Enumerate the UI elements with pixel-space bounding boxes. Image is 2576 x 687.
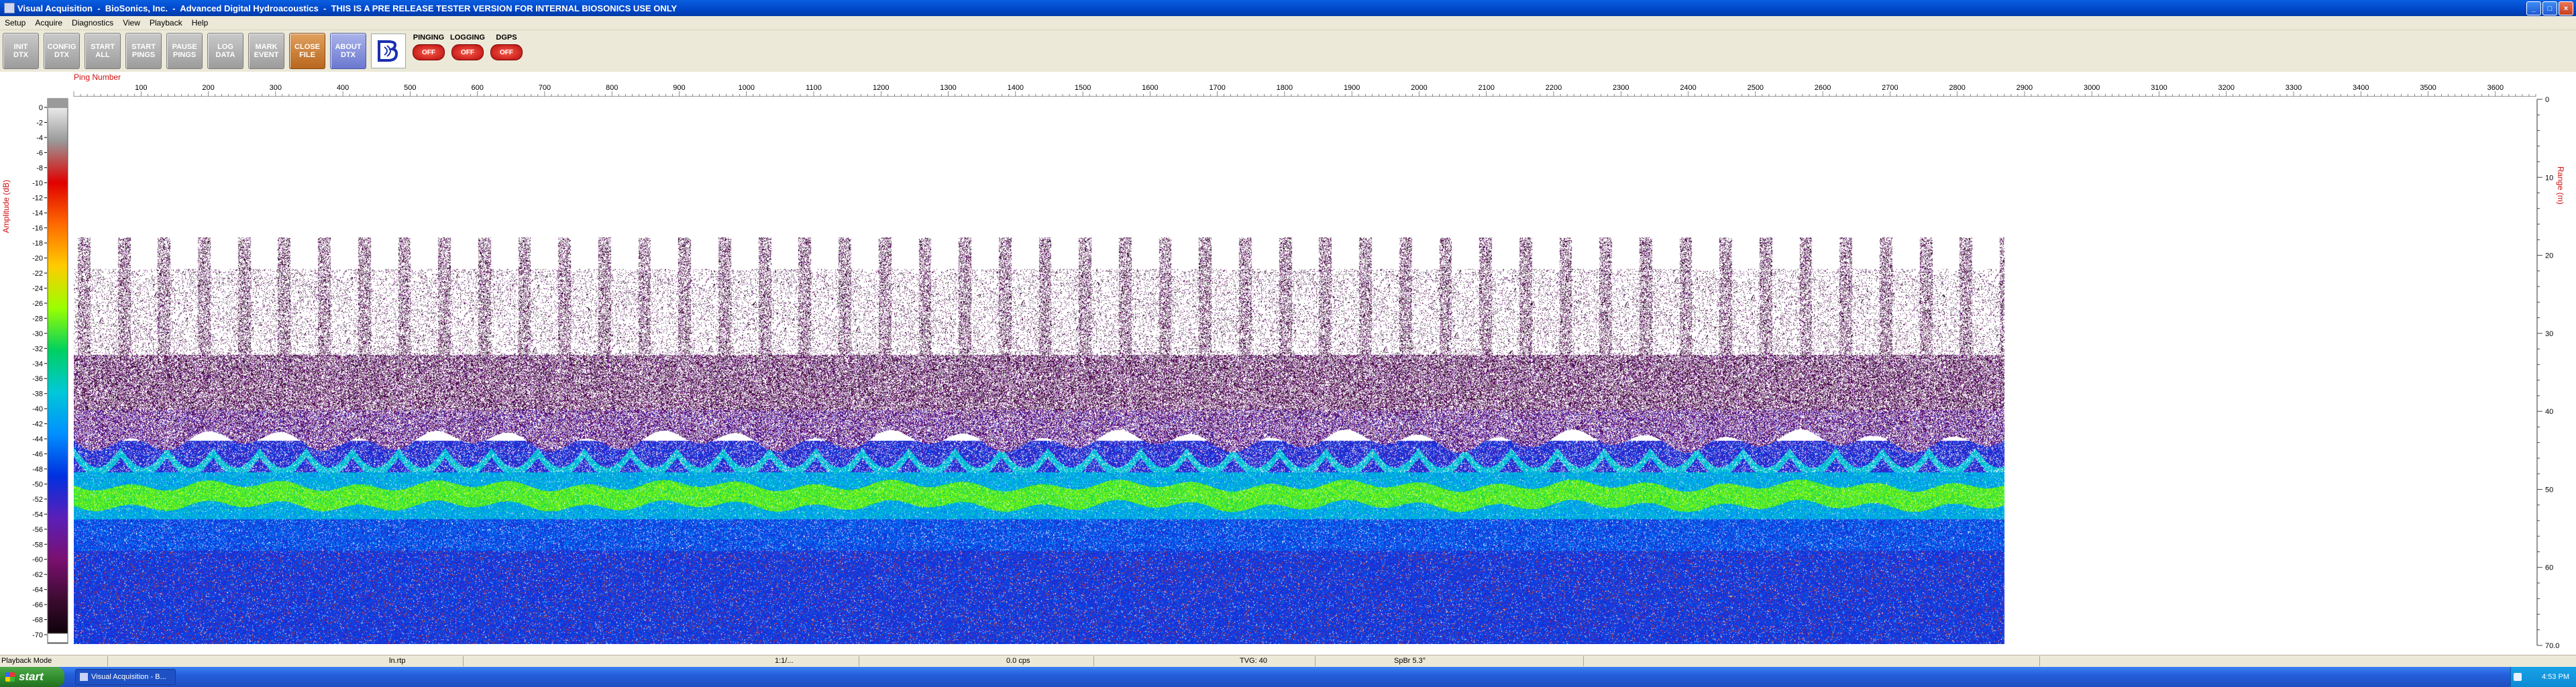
minimize-button[interactable]: _ [2526,1,2541,15]
window-title: Visual Acquisition - BioSonics, Inc. - A… [17,3,678,13]
status-divider [107,656,108,666]
range-tick-label: 20 [2545,252,2553,260]
app-icon [4,3,15,13]
status-mode: Playback Mode [1,657,52,665]
init-dtx-button[interactable]: INIT DTX [3,33,39,69]
pinging-led: OFF [413,44,445,60]
toolbar: INIT DTX CONFIG DTX START ALL START PING… [0,30,2576,72]
maximize-button[interactable]: □ [2542,1,2557,15]
range-tick-label: 70.0 [2545,642,2559,650]
taskbar-item-visual-acquisition[interactable]: Visual Acquisition - B... [75,669,176,685]
status-file: ln.rtp [389,657,406,665]
menu-setup[interactable]: Setup [0,18,30,28]
taskbar: start Visual Acquisition - B... 4:53 PM [0,667,2576,687]
status-divider [1315,656,1316,666]
windows-logo-icon [5,672,15,682]
status-ping: 1:1/... [775,657,794,665]
menu-help[interactable]: Help [187,18,213,28]
network-icon[interactable] [2514,673,2522,681]
logging-indicator: LOGGING OFF [450,34,485,68]
menu-diagnostics[interactable]: Diagnostics [67,18,118,28]
status-divider [463,656,464,666]
pinging-label: PINGING [413,34,445,42]
range-tick-label: 50 [2545,486,2553,494]
menu-view[interactable]: View [118,18,145,28]
echogram-panel[interactable]: Ping Number Amplitude (dB) Range (m) 0 -2… [0,72,2576,655]
clock: 4:53 PM [2542,673,2569,681]
close-file-button[interactable]: CLOSE FILE [289,33,325,69]
pinging-indicator: PINGING OFF [411,34,446,68]
menu-bar: Setup Acquire Diagnostics View Playback … [0,16,2576,30]
biosonics-logo-icon[interactable] [371,34,406,68]
start-button[interactable]: start [0,667,64,687]
status-spread: SpBr 5.3° [1394,657,1426,665]
start-pings-button[interactable]: START PINGS [125,33,162,69]
range-tick-label: 0 [2545,96,2549,104]
dgps-indicator: DGPS OFF [489,34,524,68]
status-divider [1583,656,1584,666]
menu-playback[interactable]: Playback [145,18,187,28]
task-label: Visual Acquisition - B... [91,673,166,681]
dgps-label: DGPS [496,34,517,42]
mark-event-button[interactable]: MARK EVENT [248,33,284,69]
window-controls: _ □ × [2526,1,2573,15]
status-divider [1093,656,1094,666]
desktop-screen: Visual Acquisition - BioSonics, Inc. - A… [0,0,2576,687]
close-button[interactable]: × [2559,1,2573,15]
range-tick-label: 40 [2545,408,2553,416]
dgps-led: OFF [490,44,523,60]
range-tick-label: 10 [2545,174,2553,182]
status-rate: 0.0 cps [1006,657,1030,665]
start-all-button[interactable]: START ALL [85,33,121,69]
range-tick-label: 60 [2545,564,2553,572]
menu-acquire[interactable]: Acquire [30,18,67,28]
status-bar: Playback Mode ln.rtp 1:1/... 0.0 cps TVG… [0,655,2576,668]
range-tick-label: 30 [2545,330,2553,338]
status-divider [2039,656,2040,666]
logging-led: OFF [451,44,484,60]
logging-label: LOGGING [450,34,485,42]
range-axis: 0 10 20 30 40 50 60 70.0 [2536,96,2559,650]
status-tvg: TVG: 40 [1240,657,1267,665]
pause-pings-button[interactable]: PAUSE PINGS [166,33,203,69]
title-bar[interactable]: Visual Acquisition - BioSonics, Inc. - A… [0,0,2576,16]
log-data-button[interactable]: LOG DATA [207,33,244,69]
app-icon [80,673,88,681]
config-dtx-button[interactable]: CONFIG DTX [44,33,80,69]
start-label: start [19,670,44,683]
system-tray: 4:53 PM [2510,667,2576,687]
about-dtx-button[interactable]: ABOUT DTX [330,33,366,69]
